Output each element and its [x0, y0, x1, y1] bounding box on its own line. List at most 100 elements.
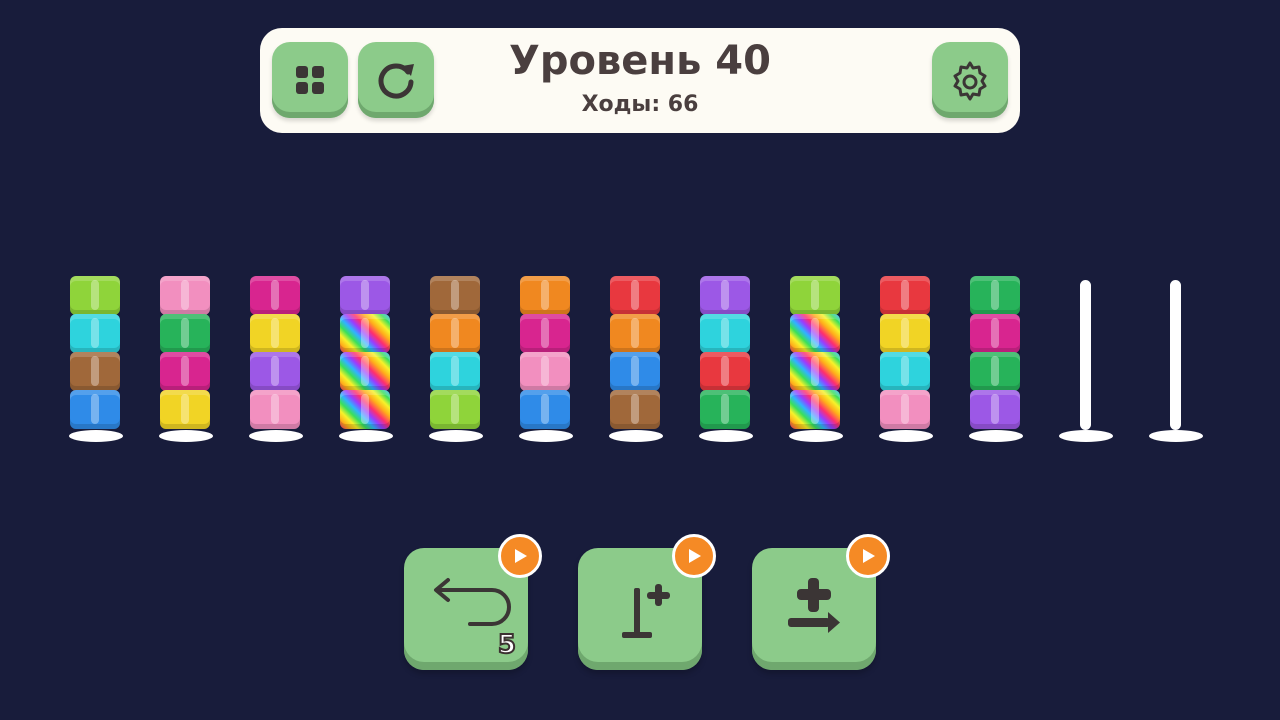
block-pin [91, 394, 99, 424]
tower-10[interactable] [876, 276, 934, 442]
tower-9[interactable] [786, 276, 844, 442]
tower-base [789, 430, 843, 442]
block-pin [361, 280, 369, 310]
block-yellow [250, 314, 300, 353]
block-cyan [430, 352, 480, 391]
block-pin [91, 318, 99, 348]
block-pin [271, 318, 279, 348]
block-pink [520, 352, 570, 391]
tower-12[interactable] [1056, 276, 1114, 442]
block-purple [700, 276, 750, 315]
block-pin [361, 356, 369, 386]
block-orange [520, 276, 570, 315]
watch-ad-badge[interactable] [498, 534, 542, 578]
block-rainbow [790, 352, 840, 391]
play-icon [863, 549, 875, 563]
block-magenta [520, 314, 570, 353]
block-lime [430, 390, 480, 429]
block-orange [430, 314, 480, 353]
block-pin [901, 356, 909, 386]
block-magenta [160, 352, 210, 391]
tower-base [1149, 430, 1203, 442]
block-pin [631, 280, 639, 310]
block-pin [811, 318, 819, 348]
tower-base [969, 430, 1023, 442]
block-orange [610, 314, 660, 353]
block-pin [811, 280, 819, 310]
block-pin [91, 280, 99, 310]
block-magenta [970, 314, 1020, 353]
block-pin [271, 356, 279, 386]
block-brown [70, 352, 120, 391]
block-pin [901, 394, 909, 424]
add-pole-button[interactable] [578, 534, 716, 670]
block-pin [901, 280, 909, 310]
block-magenta [250, 276, 300, 315]
play-icon [689, 549, 701, 563]
block-pin [721, 394, 729, 424]
tower-base [609, 430, 663, 442]
play-icon [515, 549, 527, 563]
block-pin [541, 394, 549, 424]
block-green [160, 314, 210, 353]
block-pin [451, 280, 459, 310]
block-pin [271, 280, 279, 310]
block-green [700, 390, 750, 429]
block-lime [790, 276, 840, 315]
block-pin [541, 356, 549, 386]
undo-button[interactable]: 5 [404, 534, 542, 670]
tower-base [1059, 430, 1113, 442]
block-pin [811, 356, 819, 386]
add-block-button[interactable] [752, 534, 890, 670]
block-purple [250, 352, 300, 391]
block-pin [451, 394, 459, 424]
block-pin [181, 394, 189, 424]
block-pin [991, 356, 999, 386]
tower-2[interactable] [156, 276, 214, 442]
tower-4[interactable] [336, 276, 394, 442]
watch-ad-badge[interactable] [672, 534, 716, 578]
block-purple [970, 390, 1020, 429]
block-pin [721, 318, 729, 348]
tower-base [519, 430, 573, 442]
tower-5[interactable] [426, 276, 484, 442]
empty-pole [1080, 280, 1091, 430]
block-pin [721, 356, 729, 386]
block-pin [361, 394, 369, 424]
tower-13[interactable] [1146, 276, 1204, 442]
block-pin [811, 394, 819, 424]
block-pin [541, 280, 549, 310]
tower-6[interactable] [516, 276, 574, 442]
block-rainbow [340, 314, 390, 353]
tower-8[interactable] [696, 276, 754, 442]
block-brown [610, 390, 660, 429]
block-pin [631, 356, 639, 386]
block-pin [991, 280, 999, 310]
block-pin [451, 356, 459, 386]
block-pink [880, 390, 930, 429]
block-pin [991, 394, 999, 424]
block-pin [361, 318, 369, 348]
block-green [970, 276, 1020, 315]
block-yellow [880, 314, 930, 353]
tower-base [249, 430, 303, 442]
block-rainbow [790, 314, 840, 353]
block-pin [901, 318, 909, 348]
tower-1[interactable] [66, 276, 124, 442]
block-cyan [700, 314, 750, 353]
block-red [880, 276, 930, 315]
block-pin [631, 394, 639, 424]
block-pin [91, 356, 99, 386]
tower-3[interactable] [246, 276, 304, 442]
block-purple [340, 276, 390, 315]
block-pin [271, 394, 279, 424]
block-pink [250, 390, 300, 429]
block-rainbow [790, 390, 840, 429]
block-blue [610, 352, 660, 391]
tower-base [879, 430, 933, 442]
block-pin [181, 356, 189, 386]
block-lime [70, 276, 120, 315]
watch-ad-badge[interactable] [846, 534, 890, 578]
tower-7[interactable] [606, 276, 664, 442]
tower-11[interactable] [966, 276, 1024, 442]
